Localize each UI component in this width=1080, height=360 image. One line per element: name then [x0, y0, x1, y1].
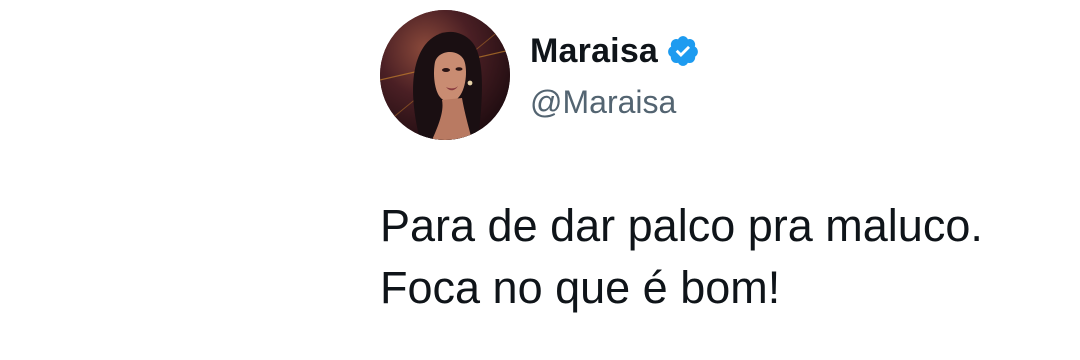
author-display-name[interactable]: Maraisa: [530, 31, 658, 71]
profile-photo-icon: [380, 10, 510, 140]
author-handle[interactable]: @Maraisa: [530, 82, 676, 122]
author-name-row: Maraisa: [530, 30, 700, 72]
tweet-text-line: Foca no que é bom!: [380, 262, 781, 313]
avatar[interactable]: [380, 10, 510, 140]
verified-badge-icon: [666, 34, 700, 68]
tweet-card: Maraisa @Maraisa Para de dar palco pra m…: [0, 0, 1080, 360]
tweet-text: Para de dar palco pra maluco. Foca no qu…: [380, 195, 983, 319]
tweet-text-line: Para de dar palco pra maluco.: [380, 200, 983, 251]
